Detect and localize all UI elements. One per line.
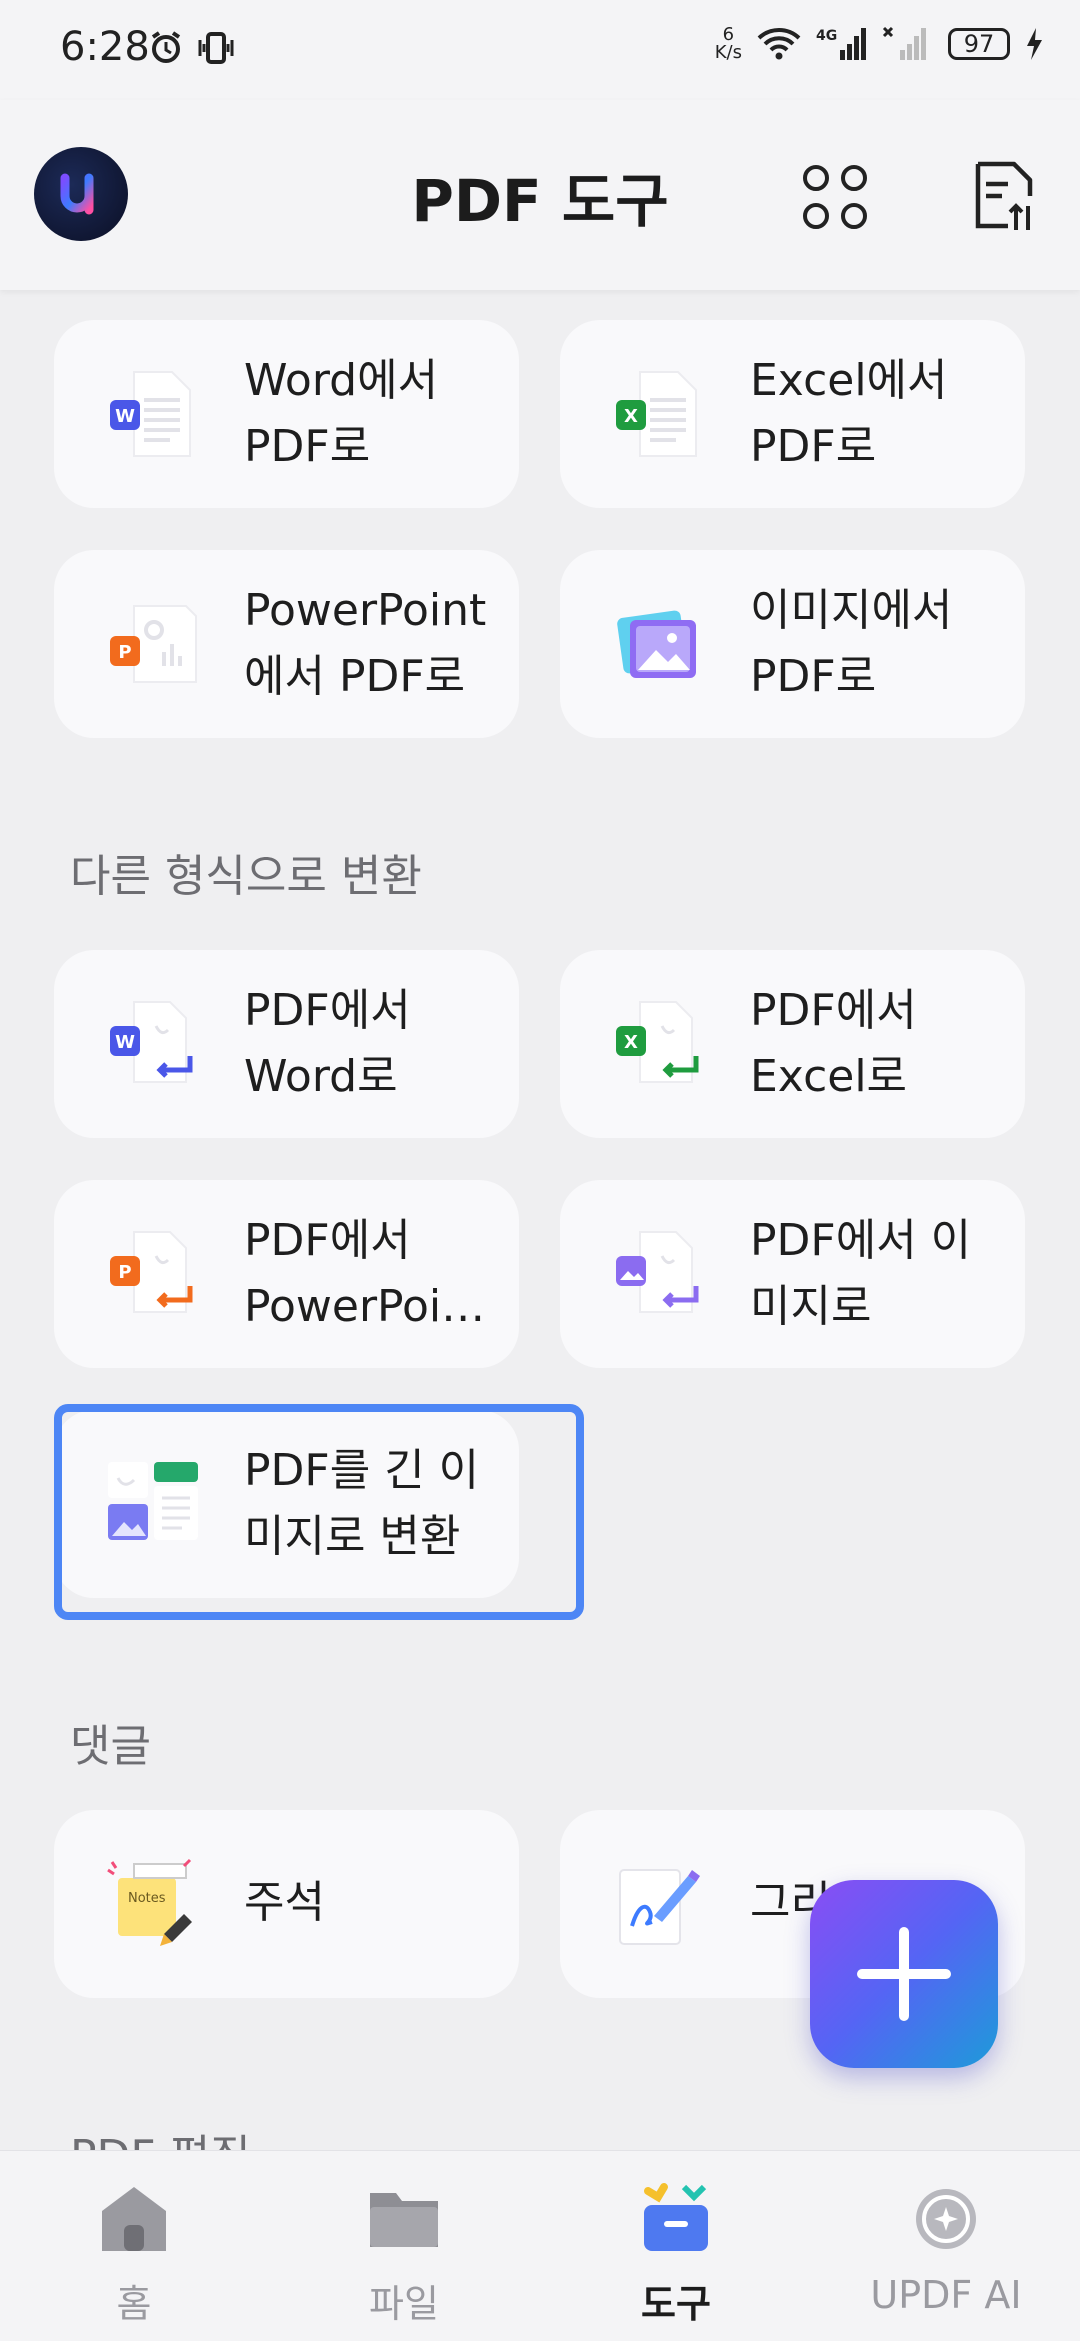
- svg-text:W: W: [115, 406, 135, 427]
- draw-icon: [619, 1869, 700, 1945]
- wifi-icon: [757, 28, 801, 60]
- svg-text:P: P: [118, 642, 131, 663]
- tools-icon: [644, 2183, 708, 2251]
- status-bar: 6:28 6 K/s 4G 97: [0, 0, 1080, 100]
- battery-indicator: 97: [948, 28, 1010, 60]
- folder-icon: [370, 2193, 438, 2247]
- svg-text:P: P: [118, 1262, 131, 1283]
- svg-text:X: X: [624, 406, 638, 427]
- tool-label: PDF에서 Excel로: [750, 985, 917, 1102]
- tool-label: 주석: [244, 1877, 325, 1928]
- tab-files[interactable]: 파일: [304, 2181, 504, 2341]
- plus-icon: [857, 1927, 951, 2021]
- tab-updf-ai[interactable]: UPDF AI: [846, 2181, 1046, 2341]
- svg-text:Notes: Notes: [128, 1891, 166, 1906]
- word-to-pdf-icon: W: [110, 371, 191, 457]
- tab-label: UPDF AI: [870, 2273, 1022, 2317]
- tool-card-pdf-to-word[interactable]: W PDF에서 Word로: [54, 950, 519, 1138]
- vibrate-icon: [198, 32, 234, 64]
- tool-label: Excel에서 PDF로: [750, 355, 948, 472]
- home-icon: [102, 2187, 166, 2251]
- tool-card-image-to-pdf[interactable]: 이미지에서 PDF로: [560, 550, 1025, 738]
- tab-label: 홈: [116, 2282, 152, 2326]
- excel-to-pdf-icon: X: [616, 371, 697, 457]
- tool-card-pdf-to-ppt[interactable]: P PDF에서 PowerPoi…: [54, 1180, 519, 1368]
- add-floating-button[interactable]: [810, 1880, 998, 2068]
- sort-file-icon[interactable]: [966, 160, 1036, 234]
- svg-text:X: X: [624, 1032, 638, 1053]
- tool-card-word-to-pdf[interactable]: W Word에서 PDF로: [54, 320, 519, 508]
- tool-label: PDF에서 PowerPoi…: [244, 1215, 486, 1332]
- charging-icon: [1027, 28, 1042, 60]
- tool-card-pdf-to-image[interactable]: PDF에서 이 미지로: [560, 1180, 1025, 1368]
- svg-text:W: W: [115, 1032, 135, 1053]
- tool-label: PowerPoint 에서 PDF로: [244, 585, 487, 702]
- grid-view-icon[interactable]: [800, 162, 870, 232]
- pdf-to-word-icon: W: [110, 1001, 193, 1083]
- pdf-to-excel-icon: X: [616, 1001, 699, 1083]
- tool-card-notes[interactable]: Notes 주석: [54, 1810, 519, 1998]
- tool-label: Word에서 PDF로: [244, 355, 439, 472]
- ppt-to-pdf-icon: P: [110, 605, 197, 683]
- app-header: PDF 도구: [0, 100, 1080, 290]
- tools-list: W Word에서 PDF로 X Excel에서 PDF로 P PowerPoin…: [0, 290, 1080, 2150]
- tool-card-excel-to-pdf[interactable]: X Excel에서 PDF로: [560, 320, 1025, 508]
- section-title-comment: 댓글: [70, 1721, 151, 1772]
- signal-4g-icon: 4G: [816, 28, 866, 60]
- selection-highlight: [54, 1404, 584, 1620]
- tab-home[interactable]: 홈: [34, 2181, 234, 2341]
- section-title-convert: 다른 형식으로 변환: [70, 851, 422, 902]
- tool-card-pdf-to-excel[interactable]: X PDF에서 Excel로: [560, 950, 1025, 1138]
- tab-label: 도구: [641, 2282, 711, 2326]
- page-title: PDF 도구: [411, 167, 669, 235]
- net-speed: 6 K/s: [714, 24, 742, 63]
- tool-label: PDF에서 이 미지로: [750, 1215, 972, 1332]
- svg-text:4G: 4G: [816, 28, 837, 44]
- signal-no-sim-icon: [882, 26, 926, 60]
- alarm-icon: [151, 31, 181, 63]
- section-title-edit: PDF 편집: [70, 2120, 251, 2150]
- tab-tools[interactable]: 도구: [576, 2181, 776, 2341]
- image-to-pdf-icon: [617, 610, 696, 678]
- notes-icon: Notes: [107, 1858, 192, 1946]
- tool-label: 이미지에서 PDF로: [750, 585, 953, 702]
- pdf-to-ppt-icon: P: [110, 1231, 193, 1313]
- ai-icon: [916, 2189, 976, 2249]
- tab-label: 파일: [369, 2282, 439, 2326]
- bottom-navigation: 홈 파일 도구 UPDF AI: [0, 2150, 1080, 2341]
- tool-label: PDF에서 Word로: [244, 985, 411, 1102]
- tool-card-ppt-to-pdf[interactable]: P PowerPoint 에서 PDF로: [54, 550, 519, 738]
- pdf-to-image-icon: [616, 1231, 699, 1313]
- status-time: 6:28: [60, 24, 150, 70]
